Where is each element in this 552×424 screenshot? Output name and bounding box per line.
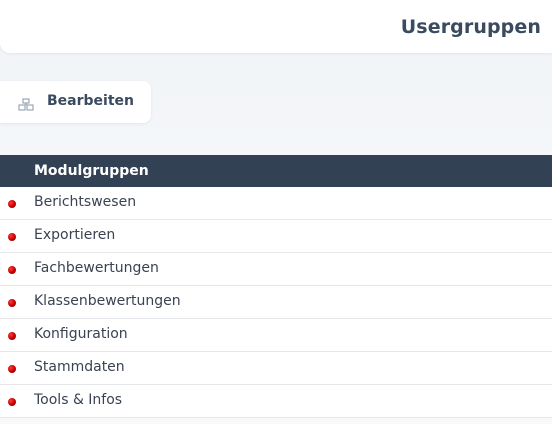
row-label: Klassenbewertungen bbox=[34, 293, 181, 309]
table-header-label: Modulgruppen bbox=[34, 163, 149, 179]
bullet-icon bbox=[8, 365, 16, 373]
edit-button[interactable]: Bearbeiten bbox=[0, 81, 151, 123]
table-row[interactable]: Tools & Infos bbox=[0, 385, 552, 418]
bullet-icon bbox=[8, 233, 16, 241]
page-title: Usergruppen bbox=[400, 16, 541, 38]
page-header: Usergruppen bbox=[0, 0, 552, 53]
row-label: Fachbewertungen bbox=[34, 260, 159, 276]
table-row[interactable]: Exportieren bbox=[0, 220, 552, 253]
row-label: Stammdaten bbox=[34, 359, 125, 375]
table-row[interactable]: Fachbewertungen bbox=[0, 253, 552, 286]
bullet-icon bbox=[8, 332, 16, 340]
table-row[interactable]: Berichtswesen bbox=[0, 187, 552, 220]
table-header: Modulgruppen bbox=[0, 155, 552, 187]
row-label: Konfiguration bbox=[34, 326, 128, 342]
row-label: Exportieren bbox=[34, 227, 116, 243]
row-label: Tools & Infos bbox=[34, 392, 123, 408]
edit-icon bbox=[18, 96, 34, 111]
bullet-icon bbox=[8, 200, 16, 208]
bullet-icon bbox=[8, 299, 16, 307]
table-row[interactable]: Konfiguration bbox=[0, 319, 552, 352]
bullet-icon bbox=[8, 398, 16, 406]
module-groups-table: Modulgruppen Berichtswesen Exportieren F… bbox=[0, 155, 552, 418]
edit-button-label: Bearbeiten bbox=[47, 93, 134, 109]
table-row[interactable]: Stammdaten bbox=[0, 352, 552, 385]
bullet-icon bbox=[8, 266, 16, 274]
row-label: Berichtswesen bbox=[34, 194, 137, 210]
table-row[interactable]: Klassenbewertungen bbox=[0, 286, 552, 319]
